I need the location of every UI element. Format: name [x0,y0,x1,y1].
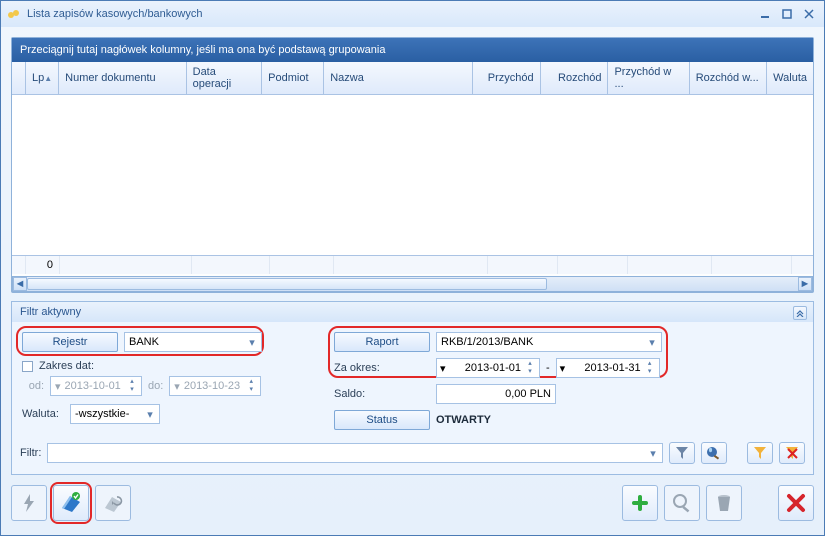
od-label: od: [22,380,44,392]
chevron-down-icon: ▾ [245,335,259,349]
client-area: Przeciągnij tutaj nagłówek kolumny, jeśl… [1,27,824,535]
collapse-filter-icon[interactable] [793,306,807,320]
date-od-field: ▾ 2013-10-01 ▴▾ [50,376,142,396]
za-okres-label: Za okres: [334,362,430,374]
footer-lp: 0 [26,256,60,274]
filter-section: Filtr aktywny Rejestr BANK ▾ [11,301,814,475]
col-rozchod-w[interactable]: Rozchód w... [690,62,767,94]
lookup-button[interactable] [664,485,700,521]
col-przychod[interactable]: Przychód [473,62,541,94]
date-do-value: 2013-10-23 [184,380,240,392]
undo-book-button[interactable] [95,485,131,521]
grid-header: Lp ▲ Numer dokumentu Data operacji Podmi… [12,62,813,95]
okres-do-value: 2013-01-31 [584,362,640,374]
col-lp[interactable]: Lp ▲ [26,62,59,94]
filter-find-button[interactable] [701,442,727,464]
grid-footer: 0 [12,255,813,274]
rejestr-button[interactable]: Rejestr [22,332,118,352]
waluta-label: Waluta: [22,408,64,420]
app-window: Lista zapisów kasowych/bankowych Przecią… [0,0,825,536]
window-title: Lista zapisów kasowych/bankowych [27,8,202,20]
group-by-hint[interactable]: Przeciągnij tutaj nagłówek kolumny, jeśl… [12,38,813,62]
date-do-field: ▾ 2013-10-23 ▴▾ [169,376,261,396]
minimize-button[interactable] [756,7,774,21]
bottom-toolbar [11,485,814,521]
saldo-field: 0,00 PLN [436,384,556,404]
waluta-value: -wszystkie- [75,408,129,420]
app-icon [7,7,21,21]
chevron-down-icon: ▾ [646,446,660,460]
col-selector[interactable] [12,62,26,94]
scroll-left-icon[interactable]: ◄ [13,277,27,291]
scroll-thumb[interactable] [27,278,547,290]
filter-title: Filtr aktywny [20,306,81,318]
saldo-value: 0,00 PLN [505,388,551,400]
saldo-label: Saldo: [334,388,430,400]
col-nazwa[interactable]: Nazwa [324,62,473,94]
filter-expression-combo[interactable]: ▾ [47,443,663,463]
trash-button[interactable] [706,485,742,521]
horizontal-scrollbar[interactable]: ◄ ► [12,276,813,292]
titlebar: Lista zapisów kasowych/bankowych [1,1,824,27]
okres-sep: - [546,362,550,374]
col-numer[interactable]: Numer dokumentu [59,62,186,94]
chevron-down-icon: ▾ [645,335,659,349]
filter-expression-row: Filtr: ▾ [20,442,805,464]
close-button[interactable] [800,7,818,21]
book-button[interactable] [53,485,89,521]
zakres-dat-checkbox[interactable] [22,361,33,372]
col-data[interactable]: Data operacji [187,62,263,94]
grid-body[interactable] [12,95,813,255]
date-od-value: 2013-10-01 [65,380,121,392]
filter-builder-button[interactable] [747,442,773,464]
okres-do-field[interactable]: ▾ 2013-01-31 ▴▾ [556,358,660,378]
add-button[interactable] [622,485,658,521]
col-rozchod[interactable]: Rozchód [541,62,609,94]
status-value: OTWARTY [436,414,491,426]
clear-filter-button[interactable] [779,442,805,464]
chevron-down-icon: ▾ [143,407,157,421]
raport-value: RKB/1/2013/BANK [441,336,533,348]
apply-filter-button[interactable] [669,442,695,464]
col-podmiot[interactable]: Podmiot [262,62,324,94]
okres-od-value: 2013-01-01 [465,362,521,374]
filter-title-bar: Filtr aktywny [11,301,814,322]
raport-button[interactable]: Raport [334,332,430,352]
col-lp-label: Lp [32,72,44,84]
bolt-button[interactable] [11,485,47,521]
col-waluta[interactable]: Waluta [767,62,813,94]
grid-panel: Przeciągnij tutaj nagłówek kolumny, jeśl… [11,37,814,293]
status-button[interactable]: Status [334,410,430,430]
filtr-label: Filtr: [20,447,41,459]
rejestr-value: BANK [129,336,159,348]
close-window-button[interactable] [778,485,814,521]
zakres-dat-label: Zakres dat: [39,360,94,372]
okres-od-field[interactable]: ▾ 2013-01-01 ▴▾ [436,358,540,378]
raport-combo[interactable]: RKB/1/2013/BANK ▾ [436,332,662,352]
scroll-right-icon[interactable]: ► [798,277,812,291]
filter-body: Rejestr BANK ▾ Zakres dat: od: ▾ [11,322,814,475]
maximize-button[interactable] [778,7,796,21]
do-label: do: [148,380,163,392]
col-przychod-w[interactable]: Przychód w ... [608,62,689,94]
waluta-combo[interactable]: -wszystkie- ▾ [70,404,160,424]
rejestr-combo[interactable]: BANK ▾ [124,332,262,352]
sort-asc-icon: ▲ [44,74,52,83]
